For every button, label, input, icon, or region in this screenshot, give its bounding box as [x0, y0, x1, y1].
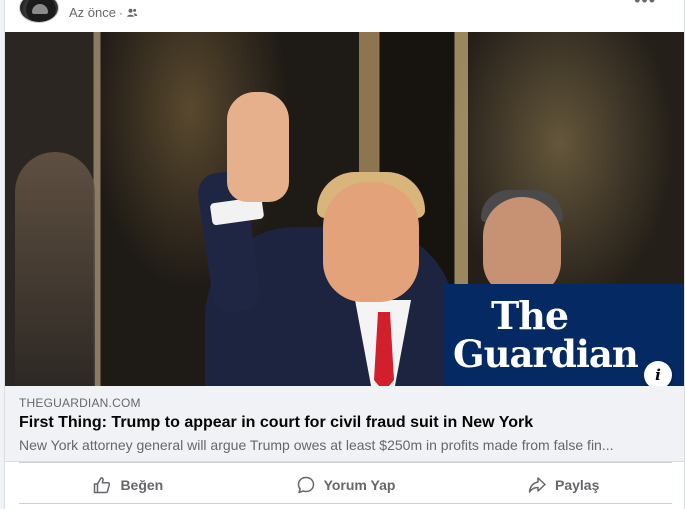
- man-head: [323, 182, 419, 302]
- share-button[interactable]: Paylaş: [454, 470, 672, 500]
- meta-separator: ·: [118, 5, 123, 20]
- link-preview-text[interactable]: THEGUARDIAN.COM First Thing: Trump to ap…: [5, 386, 684, 462]
- guard-head: [483, 197, 561, 297]
- more-icon[interactable]: •••: [634, 0, 656, 9]
- link-title[interactable]: First Thing: Trump to appear in court fo…: [19, 414, 533, 432]
- link-domain: THEGUARDIAN.COM: [19, 396, 141, 410]
- link-description: New York attorney general will argue Tru…: [19, 437, 614, 453]
- comment-label: Yorum Yap: [323, 477, 396, 493]
- like-button[interactable]: Beğen: [19, 470, 237, 500]
- guardian-logo-line1: The: [491, 293, 569, 338]
- share-icon: [528, 477, 546, 493]
- info-icon[interactable]: i: [644, 361, 672, 386]
- share-label: Paylaş: [554, 477, 600, 493]
- thumbs-up-icon: [94, 477, 111, 494]
- post-timestamp[interactable]: Az önce: [69, 5, 116, 20]
- comment-button[interactable]: Yorum Yap: [237, 470, 455, 500]
- comment-icon: [297, 476, 314, 494]
- like-label: Beğen: [120, 477, 164, 493]
- bottom-divider: [19, 503, 672, 504]
- actions-divider: [19, 462, 672, 463]
- link-preview-image[interactable]: The Guardian i: [5, 32, 684, 386]
- avatar[interactable]: [19, 0, 59, 23]
- post-actions: Beğen Yorum Yap Paylaş: [19, 470, 672, 500]
- post-meta: Az önce ·: [69, 5, 138, 20]
- friends-icon[interactable]: [126, 7, 138, 19]
- reflection-figure: [15, 152, 95, 386]
- man-waving-hand: [227, 92, 289, 202]
- post-header: Az önce · •••: [5, 0, 684, 31]
- feed-post-card: Az önce · ••• The Guardian i THEGUARDIAN…: [4, 0, 685, 509]
